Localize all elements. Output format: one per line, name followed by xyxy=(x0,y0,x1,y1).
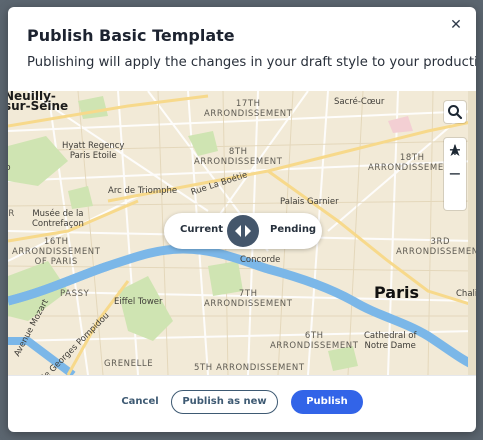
map-label-arr8: 8TH ARRONDISSEMENT xyxy=(194,147,283,167)
map-label-grenelle: GRENELLE xyxy=(104,359,154,369)
map-label-ar-left: AR xyxy=(8,209,15,219)
map-search-button[interactable] xyxy=(444,101,466,123)
compare-slider-handle[interactable] xyxy=(227,215,259,247)
map-label-arr16: 16TH ARRONDISSEMENT OF PARIS xyxy=(12,237,101,267)
map-label-arr7: 7TH ARRONDISSEMENT xyxy=(204,289,293,309)
compare-pending-label: Pending xyxy=(270,224,317,235)
map-label-passy: PASSY xyxy=(60,289,90,299)
map-label-concorde: Concorde xyxy=(240,255,281,265)
dialog-description: Publishing will apply the changes in you… xyxy=(27,55,476,70)
zoom-out-button[interactable]: − xyxy=(444,162,466,186)
publish-button[interactable]: Publish xyxy=(291,390,363,414)
map-label-palais-garnier: Palais Garnier xyxy=(280,197,339,207)
close-icon[interactable]: ✕ xyxy=(448,17,464,33)
map-label-musee: Musée de la Contrefaçon xyxy=(32,209,84,229)
map-zoom-controls: + − xyxy=(444,138,466,210)
map-label-arr5: 5TH ARRONDISSEMENT xyxy=(194,363,305,373)
map-label-chalie: Chalie xyxy=(456,289,476,299)
arrows-left-right-icon xyxy=(235,225,251,237)
map-label-hyatt: Hyatt Regency Paris Etoile xyxy=(62,141,125,161)
map-label-arr3: 3RD ARRONDISSEMENT xyxy=(396,237,476,257)
map-label-arr17: 17TH ARRONDISSEMENT xyxy=(204,99,293,119)
map-label-to: to xyxy=(8,163,11,173)
compass-icon xyxy=(450,144,460,156)
map-preview[interactable]: Neuilly-sur-Seine 17TH ARRONDISSEMENT Sac… xyxy=(8,91,476,375)
footer-divider xyxy=(8,375,476,376)
map-label-arr6: 6TH ARRONDISSEMENT xyxy=(270,331,359,351)
publish-as-new-button[interactable]: Publish as new xyxy=(171,390,278,414)
compass-button[interactable] xyxy=(444,144,466,210)
cancel-button[interactable]: Cancel xyxy=(112,390,168,414)
map-label-sacre-coeur: Sacré-Cœur xyxy=(334,97,385,107)
style-compare-toggle[interactable]: Current Pending xyxy=(164,213,322,249)
compare-current-label: Current xyxy=(180,224,224,235)
map-label-eiffel: Eiffel Tower xyxy=(114,297,163,307)
publish-dialog: Publish Basic Template ✕ Publishing will… xyxy=(8,7,476,432)
map-label-neuilly: Neuilly-sur-Seine xyxy=(8,91,69,113)
search-icon xyxy=(448,105,463,120)
dialog-title: Publish Basic Template xyxy=(27,26,235,45)
map-label-notre-dame: Cathedral of Notre Dame xyxy=(364,331,417,351)
map-label-arc: Arc de Triomphe xyxy=(108,186,178,196)
map-label-paris: Paris xyxy=(374,283,419,302)
